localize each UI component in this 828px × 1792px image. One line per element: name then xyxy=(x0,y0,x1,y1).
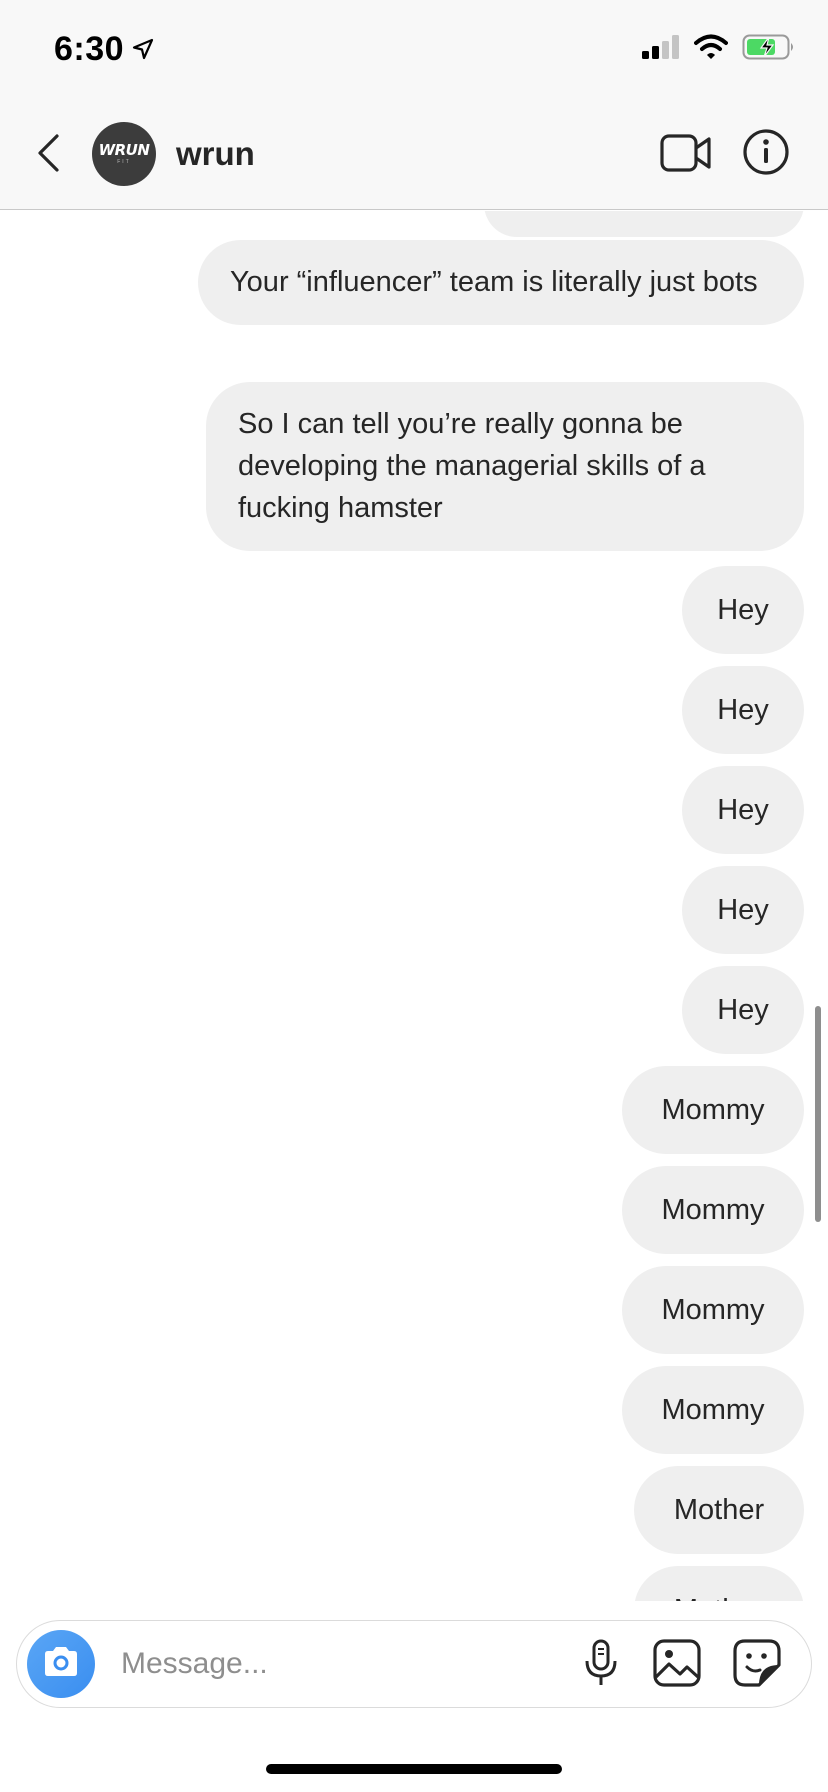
message-text: Mommy xyxy=(661,1194,765,1226)
status-bar: 6:30 xyxy=(0,0,828,100)
sticker-icon xyxy=(733,1638,781,1692)
gallery-button[interactable] xyxy=(651,1638,703,1692)
message-bubble[interactable]: Mommy xyxy=(622,1366,804,1454)
message-bubble[interactable]: Hey xyxy=(682,766,804,854)
message-text: Your “influencer” team is literally just… xyxy=(230,266,758,298)
battery-charging-icon xyxy=(742,34,796,65)
wifi-icon xyxy=(694,34,728,65)
message-text: Mommy xyxy=(661,1294,765,1326)
message-text: Hey xyxy=(717,594,769,626)
message-bubble[interactable]: Mother xyxy=(634,1466,804,1554)
chat-username[interactable]: wrun xyxy=(176,135,255,173)
message-text: Mother xyxy=(674,1589,764,1601)
message-thread[interactable]: Your “influencer” team is literally just… xyxy=(0,211,828,1601)
message-text: Mommy xyxy=(661,1394,765,1426)
message-bubble[interactable]: Hey xyxy=(682,566,804,654)
home-indicator[interactable] xyxy=(266,1764,562,1774)
message-bubble-partial[interactable]: Mother xyxy=(634,1566,804,1601)
location-arrow-icon xyxy=(132,30,154,69)
message-bubble[interactable]: Mommy xyxy=(622,1166,804,1254)
status-indicators xyxy=(642,34,796,65)
message-bubble-partial xyxy=(484,211,804,237)
microphone-icon xyxy=(583,1639,619,1692)
message-bubble[interactable]: Hey xyxy=(682,666,804,754)
message-input[interactable] xyxy=(121,1639,561,1689)
message-composer xyxy=(16,1620,812,1708)
video-call-icon xyxy=(660,133,712,178)
message-text: Mommy xyxy=(661,1094,765,1126)
info-icon xyxy=(742,128,790,181)
gallery-icon xyxy=(653,1638,701,1692)
message-text: Hey xyxy=(717,794,769,826)
status-time: 6:30 xyxy=(54,30,125,68)
message-bubble[interactable]: Hey xyxy=(682,866,804,954)
cellular-signal-icon xyxy=(642,35,680,64)
chevron-left-icon xyxy=(35,133,61,178)
message-bubble[interactable]: Hey xyxy=(682,966,804,1054)
message-text: Hey xyxy=(717,694,769,726)
info-button[interactable] xyxy=(740,128,792,180)
message-text: Mother xyxy=(673,1494,765,1526)
scroll-indicator[interactable] xyxy=(815,1006,821,1222)
camera-button[interactable] xyxy=(27,1630,95,1698)
message-text: Hey xyxy=(717,894,769,926)
microphone-button[interactable] xyxy=(577,1639,625,1692)
video-call-button[interactable] xyxy=(660,130,712,180)
back-button[interactable] xyxy=(28,128,68,182)
message-bubble[interactable]: Mommy xyxy=(622,1266,804,1354)
avatar[interactable]: WRUN FIT xyxy=(92,122,156,186)
message-text: So I can tell you’re really gonna be dev… xyxy=(238,408,706,524)
chat-header: WRUN FIT wrun xyxy=(0,100,828,210)
sticker-button[interactable] xyxy=(731,1638,783,1692)
message-text: Hey xyxy=(717,994,769,1026)
message-bubble[interactable]: Your “influencer” team is literally just… xyxy=(198,240,804,325)
avatar-logo-subtext: FIT xyxy=(117,159,131,165)
status-time-group: 6:30 xyxy=(54,30,154,69)
message-bubble[interactable]: So I can tell you’re really gonna be dev… xyxy=(206,382,804,551)
message-bubble[interactable]: Mommy xyxy=(622,1066,804,1154)
avatar-logo-text: WRUN xyxy=(98,141,150,159)
camera-icon xyxy=(41,1645,81,1684)
